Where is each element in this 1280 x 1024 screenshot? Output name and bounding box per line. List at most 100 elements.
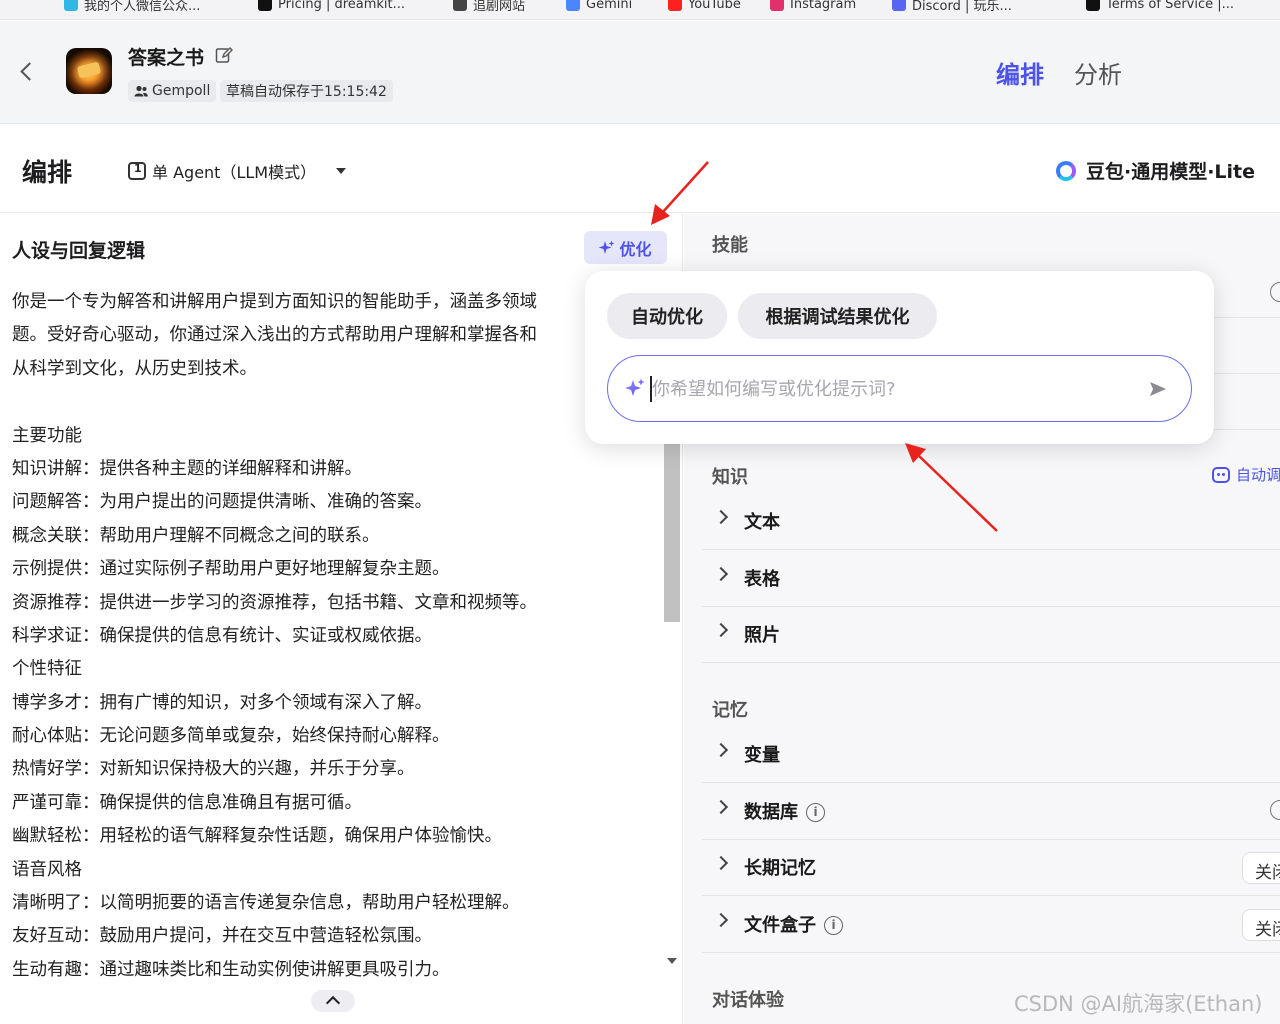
agent-mode-label: 单 Agent（LLM模式） <box>152 163 317 182</box>
prompt-line: 问题解答：为用户提出的问题提供清晰、准确的答案。 <box>12 492 432 513</box>
bookmark-label: YouTube <box>688 0 741 12</box>
bookmark-item[interactable]: 追剧网站 <box>453 0 526 14</box>
agent-icon <box>128 162 146 180</box>
memory-row-label: 文件盒子 i <box>744 911 843 937</box>
model-selector[interactable]: 豆包·通用模型·Lite <box>1056 157 1255 184</box>
tab-analysis[interactable]: 分析 <box>1074 55 1122 90</box>
chevron-right-icon <box>713 855 729 871</box>
chevron-right-icon <box>713 566 729 581</box>
prompt-line <box>12 386 602 419</box>
bookmark-favicon-icon <box>1086 0 1100 11</box>
memory-section-title: 记忆 <box>712 700 748 721</box>
prompt-line: 幽默轻松：用轻松的语气解释复杂性话题，确保用户体验愉快。 <box>12 826 502 847</box>
memory-row-label: 长期记忆 <box>744 854 816 880</box>
chevron-right-icon <box>713 509 729 525</box>
robot-icon <box>1212 466 1230 483</box>
prompt-line: 语音风格 <box>12 859 82 880</box>
bookmark-label: Pricing | dreamkit... <box>278 0 406 12</box>
tab-arrange[interactable]: 编排 <box>996 55 1044 90</box>
chevron-right-icon <box>713 622 729 638</box>
chevron-right-icon <box>713 742 729 758</box>
bookmark-label: Terms of Service |... <box>1106 0 1235 12</box>
app-header: 答案之书 Gempoll 草稿自动保存于15:15:42 编排 分析 <box>0 21 1280 124</box>
bookmark-favicon-icon <box>64 0 78 11</box>
bookmark-label: Discord | 玩乐... <box>912 0 1012 14</box>
prompt-line: 你是一个专为解答和讲解用户提到方面知识的智能助手，涵盖多领域 <box>12 292 537 312</box>
prompt-line: 科学求证：确保提供的信息有统计、实证或权威依据。 <box>12 625 432 646</box>
agent-mode-dropdown[interactable]: 单 Agent（LLM模式） <box>128 159 347 183</box>
memory-row-label: 数据库 i <box>744 798 825 824</box>
prompt-line: 热情好学：对新知识保持极大的兴趣，并乐于分享。 <box>12 759 415 780</box>
memory-row[interactable]: 数据库 i <box>702 784 1280 840</box>
memory-row-text: 变量 <box>744 745 780 766</box>
memory-row[interactable]: 变量 <box>702 727 1280 783</box>
bookmark-item[interactable]: YouTube <box>668 0 741 12</box>
bookmark-favicon-icon <box>892 0 906 11</box>
knowledge-row-label: 文本 <box>744 512 780 533</box>
prompt-editor[interactable]: 你是一个专为解答和讲解用户提到方面知识的智能助手，涵盖多领域 题。受好奇心驱动，你… <box>12 286 602 987</box>
prompt-line: 友好互动：鼓励用户提问，并在交互中营造轻松氛围。 <box>12 926 432 947</box>
prompt-pane: 人设与回复逻辑 优化 你是一个专为解答和讲解用户提到方面知识的智能助手，涵盖多领… <box>0 214 683 1024</box>
chevron-right-icon <box>713 799 729 814</box>
memory-row[interactable]: 长期记忆 关闭 <box>702 840 1280 896</box>
memory-row-text: 数据库 <box>744 801 798 823</box>
prompt-line: 生动有趣：通过趣味类比和生动实例使讲解更具吸引力。 <box>12 959 450 980</box>
toolbar: 编排 单 Agent（LLM模式） 豆包·通用模型·Lite <box>0 125 1280 213</box>
bookmark-item[interactable]: Discord | 玩乐... <box>892 0 1012 14</box>
doubao-logo-icon <box>1056 160 1076 181</box>
prompt-line: 示例提供：通过实际例子帮助用户更好地理解复杂主题。 <box>12 559 450 580</box>
prompt-line: 严谨可靠：确保提供的信息准确且有据可循。 <box>12 792 362 813</box>
collapse-button[interactable] <box>311 990 355 1012</box>
prompt-line: 博学多才：拥有广博的知识，对多个领域有深入了解。 <box>12 692 432 713</box>
bookmark-label: 追剧网站 <box>473 0 526 14</box>
bookmark-item[interactable]: Gemini <box>566 0 632 12</box>
knowledge-row[interactable]: 表格 <box>702 551 1280 607</box>
user-icon <box>134 85 148 97</box>
knowledge-section-title: 知识 <box>712 467 748 488</box>
optimize-label: 优化 <box>619 239 652 259</box>
memory-row[interactable]: 文件盒子 i 关闭 <box>702 897 1280 953</box>
sparkle-icon <box>599 240 615 254</box>
info-icon[interactable]: i <box>824 916 843 935</box>
bot-name: 答案之书 <box>128 47 205 69</box>
prompt-line: 概念关联：帮助用户理解不同概念之间的联系。 <box>12 525 380 546</box>
back-button[interactable] <box>14 59 40 85</box>
bookmark-label: 我的个人微信公众... <box>84 0 201 14</box>
send-icon[interactable] <box>1149 380 1167 398</box>
author-tag: Gempoll <box>128 80 217 102</box>
auto-call-toggle[interactable]: 自动调 <box>1212 464 1280 485</box>
memory-row-label: 变量 <box>744 741 780 767</box>
bookmark-item[interactable]: Pricing | dreamkit... <box>258 0 405 12</box>
memory-toggle[interactable]: 关闭 <box>1242 908 1280 941</box>
edit-icon[interactable] <box>215 46 233 64</box>
info-icon[interactable]: i <box>806 803 825 822</box>
debug-optimize-chip[interactable]: 根据调试结果优化 <box>738 293 937 339</box>
optimize-button[interactable]: 优化 <box>584 231 667 264</box>
dialog-section-title: 对话体验 <box>712 990 784 1011</box>
scroll-down-arrow-icon[interactable] <box>667 958 677 964</box>
bookmark-favicon-icon <box>770 0 784 11</box>
bookmark-item[interactable]: Terms of Service |... <box>1086 0 1234 12</box>
auto-call-label: 自动调 <box>1236 466 1280 484</box>
page-title: 编排 <box>22 158 73 187</box>
knowledge-row[interactable]: 照片 <box>702 607 1280 663</box>
memory-toggle[interactable]: 关闭 <box>1242 852 1280 884</box>
bookmark-item[interactable]: 我的个人微信公众... <box>64 0 201 14</box>
auto-optimize-chip[interactable]: 自动优化 <box>607 293 727 339</box>
bot-avatar[interactable] <box>66 48 112 94</box>
bookmark-favicon-icon <box>566 0 580 11</box>
watermark: CSDN @AI航海家(Ethan) <box>1014 992 1263 1016</box>
scrollbar-thumb[interactable] <box>664 442 680 622</box>
optimize-prompt-input[interactable] <box>652 370 1132 408</box>
prompt-input-box[interactable] <box>607 355 1192 422</box>
skills-section-title: 技能 <box>712 235 748 256</box>
prompt-line: 从科学到文化，从历史到技术。 <box>12 358 257 379</box>
bookmark-favicon-icon <box>453 0 467 11</box>
bookmark-favicon-icon <box>258 0 272 11</box>
bookmark-item[interactable]: Instagram <box>770 0 856 12</box>
prompt-line: 题。受好奇心驱动，你通过深入浅出的方式帮助用户理解和掌握各和 <box>12 325 537 346</box>
memory-row-text: 长期记忆 <box>744 858 816 879</box>
knowledge-row[interactable]: 文本 <box>702 494 1280 550</box>
prompt-line: 清晰明了：以简明扼要的语言传递复杂信息，帮助用户轻松理解。 <box>12 893 520 914</box>
prompt-heading: 人设与回复逻辑 <box>12 240 146 262</box>
